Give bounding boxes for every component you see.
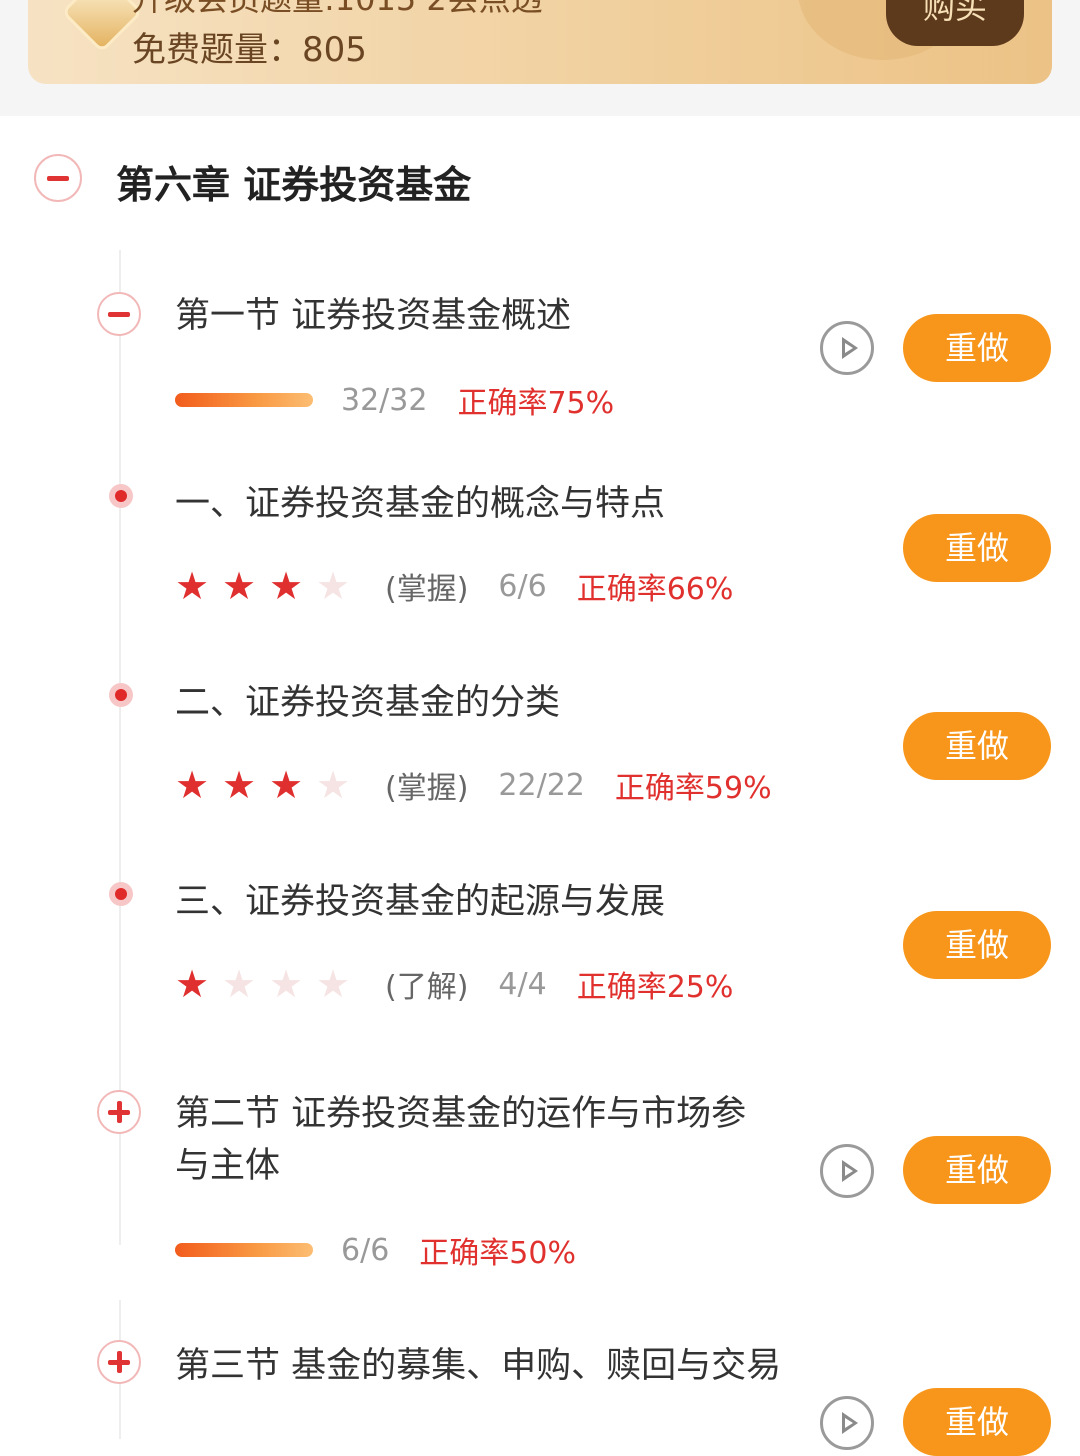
point-dot-icon: [109, 683, 133, 707]
section-title: 第一节 证券投资基金概述: [175, 296, 572, 336]
mastery-stars: ★ ★ ★ ★: [175, 567, 363, 605]
accuracy-rate: 正确率25%: [576, 970, 734, 1005]
point-stats: ★ ★ ★ ★ (掌握) 6/6 正确率66%: [175, 564, 733, 608]
star-icon: ★: [316, 962, 351, 1006]
section-title: 第三节 基金的募集、申购、赎回与交易: [175, 1346, 782, 1386]
accuracy-rate: 正确率50%: [419, 1236, 576, 1271]
play-video-icon[interactable]: [820, 1396, 874, 1450]
expand-icon[interactable]: [97, 1340, 141, 1384]
knowledge-point-row[interactable]: 二、证券投资基金的分类 ★ ★ ★ ★ (掌握) 22/22 正确率59% 重做: [0, 677, 1080, 817]
mastery-level: (掌握): [385, 572, 469, 607]
play-video-icon[interactable]: [820, 321, 874, 375]
chapter-title: 第六章 证券投资基金: [116, 163, 472, 207]
redo-button[interactable]: 重做: [903, 911, 1051, 979]
progress-bar: [175, 393, 313, 407]
play-video-icon[interactable]: [820, 1144, 874, 1198]
star-icon: ★: [175, 763, 210, 807]
point-title: 三、证券投资基金的起源与发展: [175, 882, 666, 922]
accuracy-rate: 正确率75%: [457, 386, 615, 421]
mastery-stars: ★ ★ ★ ★: [175, 766, 363, 804]
knowledge-point-row[interactable]: 三、证券投资基金的起源与发展 ★ ★ ★ ★ (了解) 4/4 正确率25% 重做: [0, 876, 1080, 1016]
redo-button[interactable]: 重做: [903, 712, 1051, 780]
mastery-level: (掌握): [385, 771, 469, 806]
redo-button[interactable]: 重做: [903, 1388, 1051, 1456]
question-count: 32/32: [341, 382, 428, 418]
point-dot-icon: [109, 484, 133, 508]
star-icon: ★: [222, 962, 257, 1006]
question-count: 6/6: [498, 568, 547, 604]
star-icon: ★: [316, 763, 351, 807]
section-row[interactable]: 第三节 基金的募集、申购、赎回与交易 重做: [0, 1340, 1080, 1456]
star-icon: ★: [222, 763, 257, 807]
redo-button[interactable]: 重做: [903, 314, 1051, 382]
section-stats: 6/6 正确率50%: [175, 1228, 576, 1272]
point-stats: ★ ★ ★ ★ (了解) 4/4 正确率25%: [175, 962, 733, 1006]
section-title: 第二节 证券投资基金的运作与市场参与主体: [175, 1094, 747, 1186]
accuracy-rate: 正确率59%: [614, 771, 772, 806]
buy-button[interactable]: 购买: [886, 0, 1024, 46]
diamond-icon: [65, 0, 139, 49]
star-icon: ★: [269, 564, 304, 608]
mastery-stars: ★ ★ ★ ★: [175, 965, 363, 1003]
question-count: 22/22: [498, 767, 585, 803]
section-stats: 32/32 正确率75%: [175, 378, 614, 422]
redo-button[interactable]: 重做: [903, 1136, 1051, 1204]
star-icon: ★: [269, 763, 304, 807]
question-count: 4/4: [498, 966, 547, 1002]
question-count: 6/6: [341, 1232, 390, 1268]
banner-upgrade-text: 升级会员题量:1015 2会点透: [132, 0, 543, 20]
collapse-icon[interactable]: [34, 154, 82, 202]
star-icon: ★: [175, 564, 210, 608]
accuracy-rate: 正确率66%: [576, 572, 734, 607]
star-icon: ★: [222, 564, 257, 608]
point-stats: ★ ★ ★ ★ (掌握) 22/22 正确率59%: [175, 763, 772, 807]
point-title: 二、证券投资基金的分类: [175, 683, 561, 723]
collapse-icon[interactable]: [97, 292, 141, 336]
expand-icon[interactable]: [97, 1090, 141, 1134]
redo-button[interactable]: 重做: [903, 514, 1051, 582]
progress-bar: [175, 1243, 313, 1257]
point-dot-icon: [109, 882, 133, 906]
star-icon: ★: [175, 962, 210, 1006]
star-icon: ★: [269, 962, 304, 1006]
banner-free-count: 免费题量：805: [132, 30, 367, 70]
mastery-level: (了解): [385, 970, 469, 1005]
star-icon: ★: [316, 564, 351, 608]
chapter-header[interactable]: 第六章 证券投资基金: [0, 136, 1080, 226]
section-row[interactable]: 第一节 证券投资基金概述 32/32 正确率75% 重做: [0, 290, 1080, 430]
top-area: 升级会员题量:1015 2会点透 免费题量：805 购买: [0, 0, 1080, 116]
section-row[interactable]: 第二节 证券投资基金的运作与市场参与主体 6/6 正确率50% 重做: [0, 1088, 1080, 1278]
knowledge-point-row[interactable]: 一、证券投资基金的概念与特点 ★ ★ ★ ★ (掌握) 6/6 正确率66% 重做: [0, 478, 1080, 618]
membership-banner: 升级会员题量:1015 2会点透 免费题量：805 购买: [28, 0, 1052, 84]
point-title: 一、证券投资基金的概念与特点: [175, 484, 666, 524]
